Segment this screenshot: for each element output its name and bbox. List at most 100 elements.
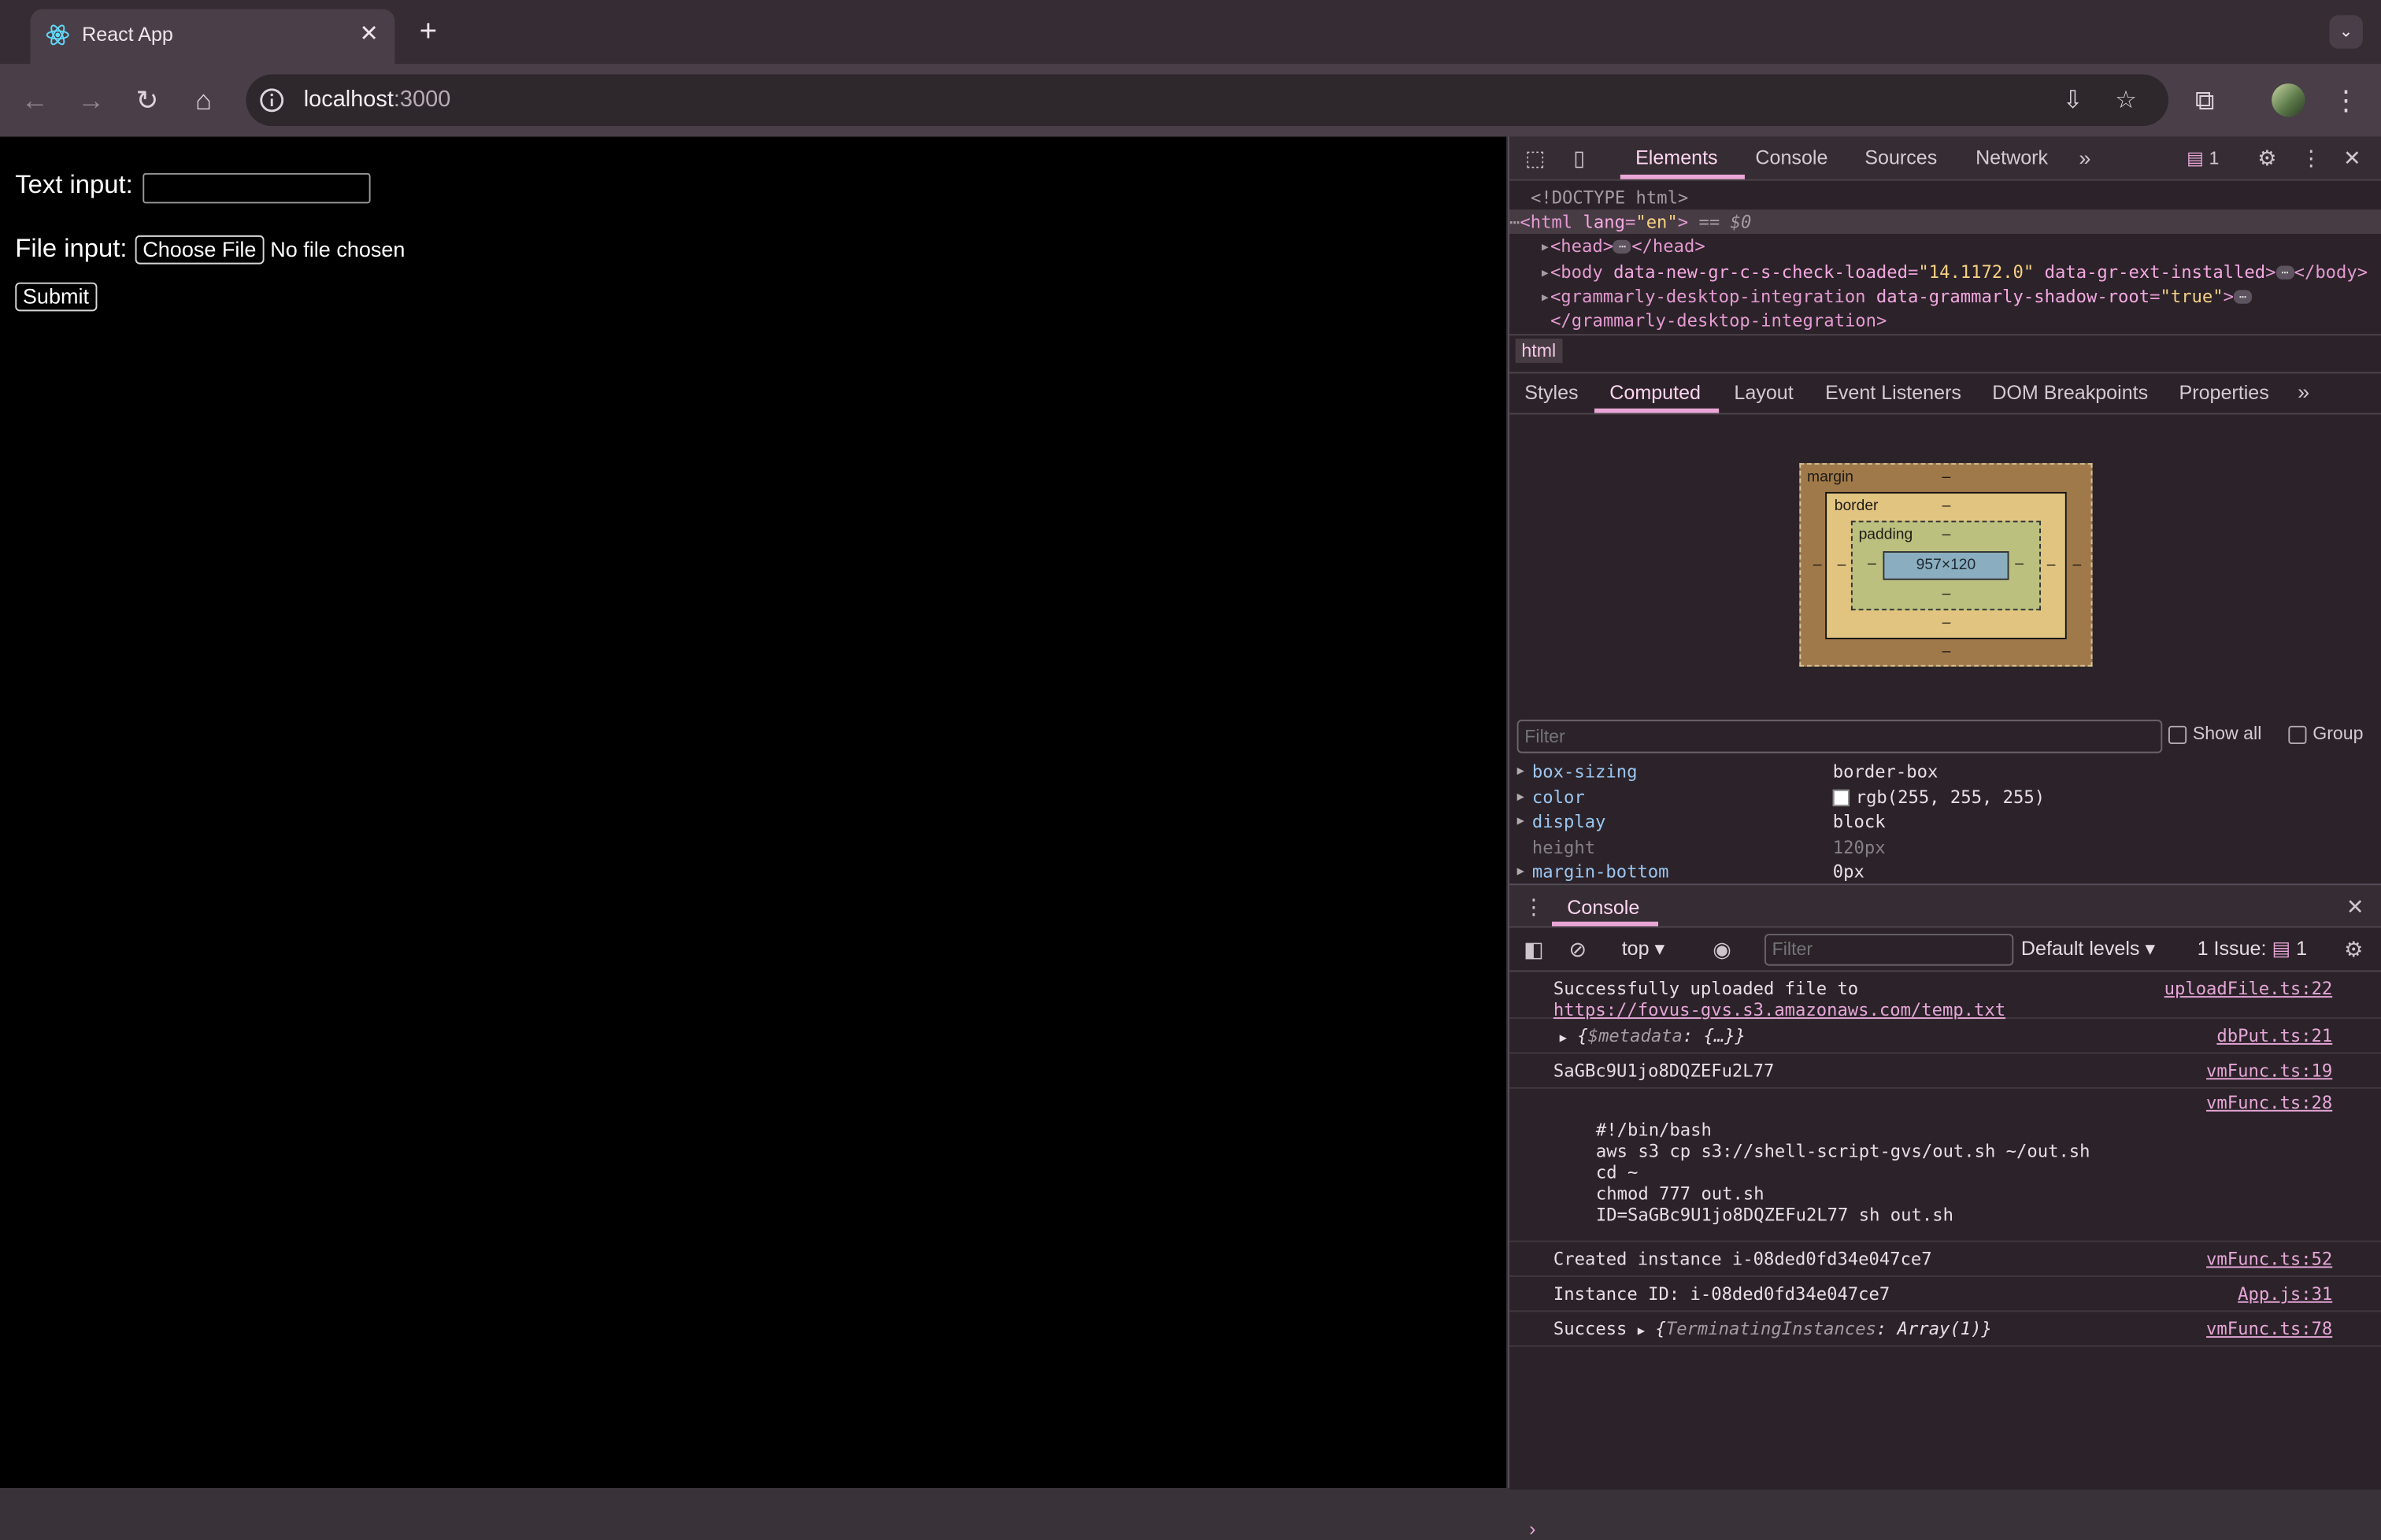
- log-source-link[interactable]: App.js:31: [2238, 1283, 2332, 1305]
- issues-counter[interactable]: 1 Issue: ▤ 1: [2198, 937, 2307, 961]
- close-devtools-icon[interactable]: ✕: [2338, 144, 2366, 172]
- react-icon: [46, 24, 69, 46]
- tab-console[interactable]: Console: [1755, 146, 1827, 168]
- padding-left-value: –: [1868, 555, 1876, 573]
- log-object[interactable]: ▶ {$metadata: {…}}: [1560, 1025, 1746, 1049]
- new-tab-icon[interactable]: +: [413, 17, 444, 49]
- live-expression-eye-icon[interactable]: ◉: [1709, 935, 1736, 963]
- close-drawer-icon[interactable]: ✕: [2342, 893, 2369, 920]
- log-source-link[interactable]: vmFunc.ts:78: [2206, 1318, 2332, 1339]
- box-model-padding[interactable]: padding – – – – 957×120: [1850, 520, 2041, 611]
- text-input-field[interactable]: [143, 172, 371, 204]
- log-source-link[interactable]: uploadFile.ts:22: [2164, 978, 2333, 999]
- back-icon[interactable]: ←: [17, 82, 53, 118]
- browser-tab[interactable]: React App ✕: [30, 9, 395, 65]
- address-bar[interactable]: localhost:3000 ⇩ ☆: [246, 74, 2169, 127]
- property-row[interactable]: ▶ color rgb(255, 255, 255): [1509, 784, 2381, 809]
- inspect-element-icon[interactable]: ⬚: [1521, 144, 1549, 172]
- expand-arrow-icon[interactable]: ▶: [1560, 1031, 1567, 1045]
- color-swatch[interactable]: [1832, 788, 1850, 806]
- padding-label: padding: [1858, 527, 1913, 544]
- forward-icon[interactable]: →: [73, 82, 109, 118]
- collapsed-ellipsis-icon[interactable]: ⋯: [2275, 265, 2294, 279]
- url-port: :3000: [393, 86, 451, 113]
- clear-console-icon[interactable]: ⊘: [1564, 935, 1591, 963]
- show-all-checkbox[interactable]: [2168, 725, 2187, 744]
- computed-filter-input[interactable]: [1516, 720, 2163, 753]
- group-checkbox[interactable]: [2288, 725, 2307, 744]
- expand-arrow-icon[interactable]: ▶: [1517, 860, 1524, 884]
- tab-event-listeners[interactable]: Event Listeners: [1825, 381, 1961, 404]
- tab-search-icon[interactable]: ⌄: [2329, 15, 2363, 49]
- breadcrumb-html[interactable]: html: [1515, 339, 1562, 363]
- log-levels-dropdown[interactable]: Default levels ▾: [2021, 937, 2155, 961]
- tab-layout[interactable]: Layout: [1734, 381, 1793, 404]
- collapsed-ellipsis-icon[interactable]: ⋯: [1613, 239, 1632, 254]
- issues-badge[interactable]: ▤ 1: [2187, 147, 2219, 168]
- expand-arrow-icon[interactable]: ▸: [1540, 235, 1550, 257]
- reload-icon[interactable]: ↻: [129, 82, 165, 118]
- property-row[interactable]: ▶ margin-bottom 0px: [1509, 860, 2381, 884]
- extensions-icon[interactable]: ⧉: [2187, 82, 2223, 118]
- collapsed-ellipsis-icon[interactable]: ⋯: [2233, 290, 2253, 304]
- log-source-link[interactable]: vmFunc.ts:28: [2206, 1092, 2332, 1113]
- drawer-tab-console[interactable]: Console: [1567, 896, 1639, 919]
- log-source-link[interactable]: vmFunc.ts:52: [2206, 1248, 2332, 1269]
- drawer-menu-icon[interactable]: ⋮: [1520, 893, 1547, 920]
- expand-arrow-icon[interactable]: ▸: [1540, 286, 1550, 307]
- sidebar-toggle-icon[interactable]: ◧: [1520, 935, 1547, 963]
- more-tabs-icon[interactable]: »: [2072, 144, 2099, 172]
- expand-arrow-icon[interactable]: ▶: [1638, 1324, 1645, 1338]
- box-model-content-size[interactable]: 957×120: [1883, 551, 2009, 580]
- install-app-icon[interactable]: ⇩: [2057, 87, 2088, 117]
- expand-arrow-icon[interactable]: ▶: [1517, 784, 1524, 809]
- tab-elements[interactable]: Elements: [1635, 146, 1718, 168]
- browser-menu-icon[interactable]: ⋮: [2327, 82, 2364, 118]
- tab-computed[interactable]: Computed: [1609, 381, 1701, 404]
- property-row[interactable]: ▶ display block: [1509, 809, 2381, 834]
- site-info-icon[interactable]: [258, 87, 286, 114]
- log-source-link[interactable]: dbPut.ts:21: [2216, 1025, 2332, 1046]
- settings-gear-icon[interactable]: ⚙: [2253, 144, 2281, 172]
- expand-arrow-icon[interactable]: ▶: [1517, 809, 1524, 834]
- expand-arrow-icon[interactable]: ▸: [1540, 261, 1550, 283]
- bookmark-star-icon[interactable]: ☆: [2111, 87, 2142, 117]
- dom-grammarly-close[interactable]: </grammarly-desktop-integration>: [1509, 308, 2381, 332]
- more-subtabs-icon[interactable]: »: [2290, 378, 2317, 405]
- context-selector[interactable]: top ▾: [1622, 937, 1664, 961]
- dom-body-node[interactable]: ▸<body data-new-gr-c-s-check-loaded="14.…: [1509, 260, 2381, 284]
- home-icon[interactable]: ⌂: [185, 82, 221, 118]
- property-row[interactable]: ▶ box-sizing border-box: [1509, 759, 2381, 783]
- dom-grammarly-node[interactable]: ▸<grammarly-desktop-integration data-gra…: [1509, 284, 2381, 309]
- head-tag: <head>: [1550, 235, 1614, 257]
- tab-styles[interactable]: Styles: [1524, 381, 1578, 404]
- tab-properties[interactable]: Properties: [2179, 381, 2268, 404]
- box-model-border[interactable]: border – – – – padding – – – – 957×120: [1825, 491, 2067, 639]
- computed-filter-row: Show all Group: [1509, 716, 2381, 753]
- body-attr-value: "14.1172.0": [1918, 261, 2035, 283]
- grammarly-tag-end: >: [2223, 285, 2234, 307]
- log-link[interactable]: https://fovus-gvs.s3.amazonaws.com/temp.…: [1553, 999, 2005, 1020]
- tab-sources[interactable]: Sources: [1864, 146, 1937, 168]
- body-tag-end: >: [2265, 261, 2276, 283]
- log-source-link[interactable]: vmFunc.ts:19: [2206, 1060, 2332, 1081]
- console-settings-icon[interactable]: ⚙: [2340, 935, 2368, 963]
- profile-avatar[interactable]: [2272, 83, 2305, 117]
- devtools-menu-icon[interactable]: ⋮: [2298, 144, 2325, 172]
- dom-head-node[interactable]: ▸<head> ⋯ </head>: [1509, 234, 2381, 258]
- tab-network[interactable]: Network: [1976, 146, 2048, 168]
- submit-button[interactable]: Submit: [15, 282, 97, 312]
- close-tab-icon[interactable]: ✕: [355, 21, 383, 49]
- choose-file-button[interactable]: Choose File: [135, 235, 264, 265]
- console-prompt-icon[interactable]: ›: [1529, 1517, 1535, 1540]
- page-viewport: Text input: File input: Choose File No f…: [0, 136, 1507, 1488]
- property-row[interactable]: height 120px: [1509, 835, 2381, 859]
- device-toolbar-icon[interactable]: ▯: [1565, 144, 1593, 172]
- dom-html-node[interactable]: ⋯<html lang="en"> == $0: [1509, 209, 2381, 234]
- box-model-margin[interactable]: margin – – – – border – – – – padding – …: [1799, 463, 2093, 667]
- tab-dom-breakpoints[interactable]: DOM Breakpoints: [1992, 381, 2148, 404]
- dom-doctype[interactable]: <!DOCTYPE html>: [1509, 185, 2381, 209]
- console-filter-input[interactable]: [1764, 934, 2014, 966]
- file-status: No file chosen: [270, 236, 405, 261]
- expand-arrow-icon[interactable]: ▶: [1517, 759, 1524, 783]
